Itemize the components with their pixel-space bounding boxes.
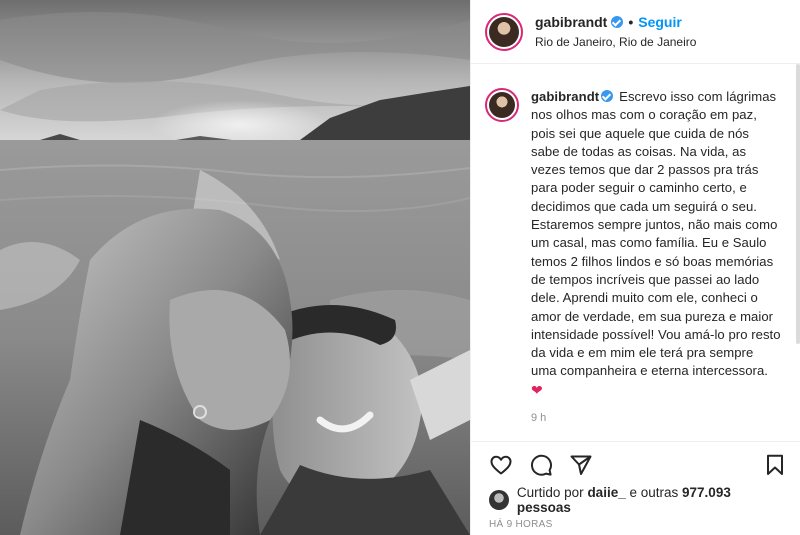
post-photo[interactable] (0, 0, 470, 535)
post-side-panel: gabibrandt • Seguir Rio de Janeiro, Rio … (470, 0, 800, 535)
likes-text: Curtido por daiie_ e outras 977.093 pess… (517, 485, 787, 515)
instagram-post: gabibrandt • Seguir Rio de Janeiro, Rio … (0, 0, 800, 535)
likes-user-link[interactable]: daiie_ (587, 485, 625, 500)
caption-text-block: gabibrandt Escrevo isso com lágrimas nos … (531, 88, 781, 400)
header-text: gabibrandt • Seguir Rio de Janeiro, Rio … (535, 14, 696, 50)
paper-plane-icon (570, 455, 592, 475)
author-username[interactable]: gabibrandt (535, 14, 607, 30)
comment-button[interactable] (529, 453, 553, 477)
liker-avatar[interactable] (489, 490, 509, 510)
likes-row: Curtido por daiie_ e outras 977.093 pess… (471, 485, 800, 515)
caption-section: gabibrandt Escrevo isso com lágrimas nos … (471, 64, 800, 441)
save-button[interactable] (763, 453, 787, 477)
share-button[interactable] (569, 453, 593, 477)
caption-author-avatar[interactable] (485, 88, 519, 122)
caption-text: Escrevo isso com lágrimas nos olhos mas … (531, 89, 781, 379)
caption-scrollbar[interactable] (796, 64, 800, 344)
red-heart-emoji: ❤ (531, 381, 543, 398)
likes-middle: e outras (629, 485, 679, 500)
caption-body: gabibrandt Escrevo isso com lágrimas nos … (531, 88, 781, 441)
heart-outline-icon (490, 455, 512, 474)
bookmark-icon (767, 454, 783, 475)
like-button[interactable] (489, 453, 513, 477)
couple-at-sea-photo (0, 0, 470, 535)
action-bar (471, 441, 800, 487)
comment-bubble-icon (531, 454, 552, 476)
verified-badge-icon (611, 15, 624, 28)
header-line: gabibrandt • Seguir (535, 14, 696, 30)
likes-prefix: Curtido por (516, 485, 584, 500)
separator-dot: • (628, 13, 634, 30)
follow-button[interactable]: Seguir (638, 14, 682, 30)
location-link[interactable]: Rio de Janeiro, Rio de Janeiro (535, 34, 696, 50)
author-avatar[interactable] (485, 12, 523, 51)
caption-time: 9 h (531, 412, 547, 425)
post-header: gabibrandt • Seguir Rio de Janeiro, Rio … (471, 0, 800, 64)
caption-username[interactable]: gabibrandt (531, 89, 599, 104)
post-timestamp[interactable]: HÁ 9 HORAS (471, 513, 800, 535)
verified-badge-icon (601, 90, 614, 102)
